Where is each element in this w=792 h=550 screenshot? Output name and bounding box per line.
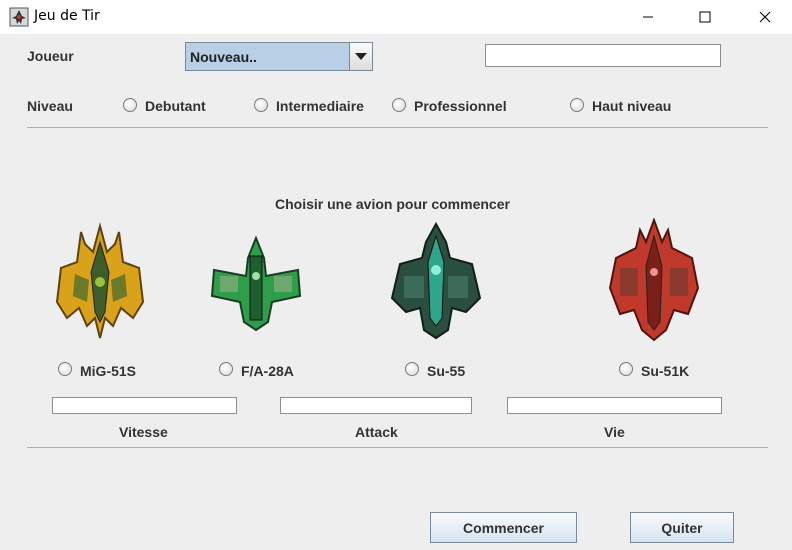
life-field[interactable]: [507, 397, 722, 414]
dropdown-button[interactable]: [349, 43, 372, 70]
attack-label: Attack: [355, 424, 398, 440]
level-option-label: Debutant: [145, 98, 206, 114]
level-option-label: Professionnel: [414, 98, 507, 114]
separator: [27, 447, 768, 448]
level-option-label: Intermediaire: [276, 98, 364, 114]
plane-mig-51s-image[interactable]: [55, 222, 145, 342]
window-title: Jeu de Tir: [34, 8, 100, 24]
separator: [27, 127, 768, 128]
plane-radio-fa-28a[interactable]: [219, 362, 233, 376]
plane-su-51k-image[interactable]: [608, 218, 700, 344]
close-button[interactable]: [742, 0, 788, 34]
plane-name: F/A-28A: [241, 363, 294, 379]
plane-su-55-image[interactable]: [390, 222, 482, 342]
minimize-button[interactable]: [625, 0, 671, 34]
maximize-icon: [699, 11, 711, 23]
start-button[interactable]: Commencer: [430, 512, 577, 543]
player-label: Joueur: [27, 48, 74, 64]
close-icon: [759, 11, 771, 23]
plane-radio-mig-51s[interactable]: [58, 362, 72, 376]
plane-fa-28a-image[interactable]: [210, 236, 302, 332]
plane-name: Su-55: [427, 363, 466, 379]
quit-button[interactable]: Quiter: [630, 512, 734, 543]
player-select-value: Nouveau..: [190, 49, 257, 65]
level-radio-professionnel[interactable]: [392, 98, 406, 112]
level-radio-haut-niveau[interactable]: [570, 98, 584, 112]
plane-name: MiG-51S: [80, 363, 137, 379]
level-label: Niveau: [27, 98, 73, 114]
level-radio-debutant[interactable]: [123, 98, 137, 112]
plane-name: Su-51K: [641, 363, 690, 379]
minimize-icon: [643, 16, 653, 18]
plane-radio-su-51k[interactable]: [619, 362, 633, 376]
app-icon: [9, 7, 29, 27]
player-name-input[interactable]: [485, 44, 721, 67]
player-select[interactable]: Nouveau..: [185, 42, 373, 71]
plane-radio-su-55[interactable]: [405, 362, 419, 376]
maximize-button[interactable]: [682, 0, 728, 34]
title-bar: Jeu de Tir: [0, 0, 792, 34]
level-option-label: Haut niveau: [592, 98, 672, 114]
attack-field[interactable]: [280, 397, 472, 414]
life-label: Vie: [604, 424, 625, 440]
speed-field[interactable]: [52, 397, 237, 414]
speed-label: Vitesse: [119, 424, 168, 440]
level-radio-intermediaire[interactable]: [254, 98, 268, 112]
choose-plane-prompt: Choisir une avion pour commencer: [275, 196, 510, 212]
chevron-down-icon: [355, 52, 367, 60]
